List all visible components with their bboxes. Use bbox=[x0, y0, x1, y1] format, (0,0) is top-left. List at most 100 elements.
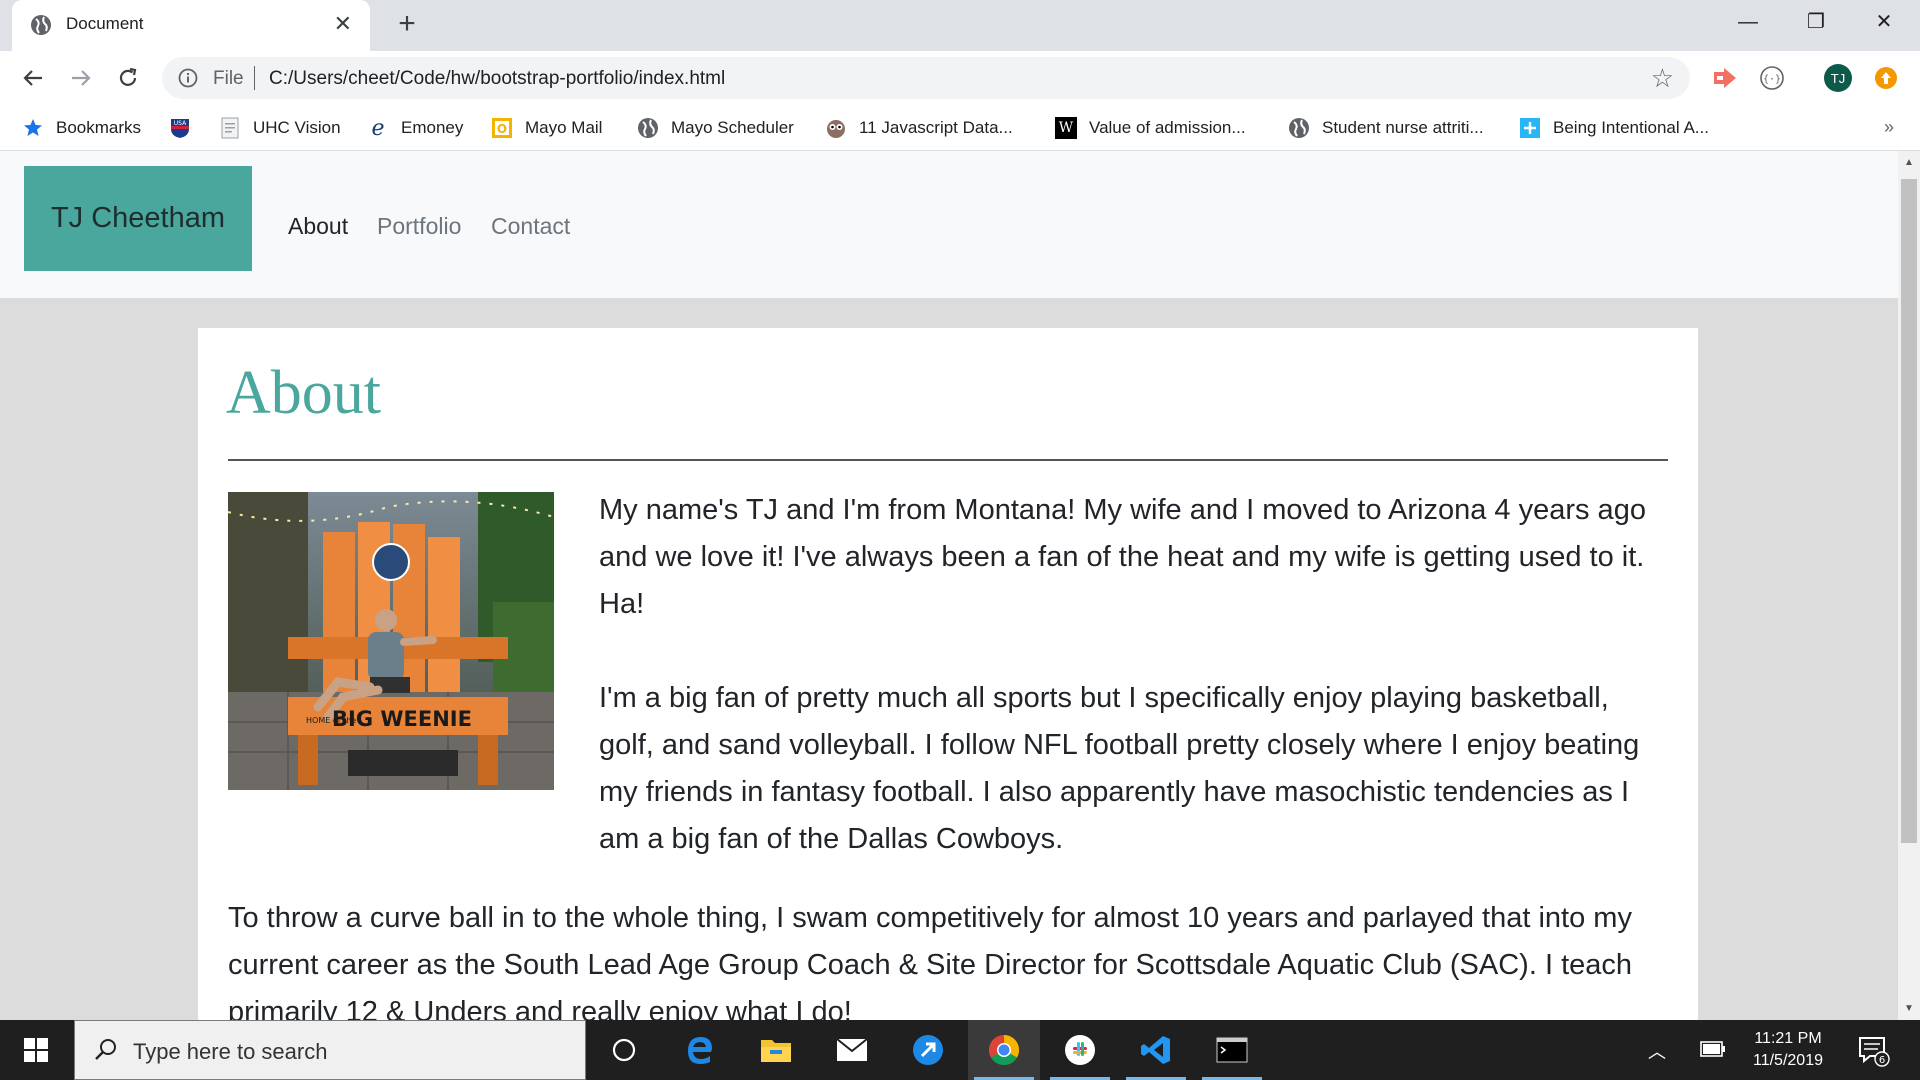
bookmark-item-uhc-vision[interactable]: UHC Vision bbox=[219, 105, 341, 151]
photo-sign-text: BIG WEENIE bbox=[332, 707, 472, 731]
bookmark-item-usa[interactable]: USA bbox=[169, 105, 203, 151]
info-icon[interactable] bbox=[178, 68, 198, 88]
mail-icon bbox=[836, 1038, 868, 1061]
bookmark-item-bookmarks[interactable]: Bookmarks bbox=[22, 105, 141, 151]
tab-title: Document bbox=[66, 14, 144, 33]
nav-link-about[interactable]: About bbox=[288, 213, 348, 240]
usa-flag-icon: USA bbox=[169, 117, 191, 139]
tray-chevron-up-icon[interactable]: ︿ bbox=[1648, 1038, 1666, 1064]
about-heading: About bbox=[226, 359, 381, 427]
bookmark-item-being-intentional[interactable]: Being Intentional A... bbox=[1519, 105, 1709, 151]
more-bookmarks-button[interactable]: » bbox=[1884, 117, 1894, 138]
taskbar-edge[interactable] bbox=[664, 1020, 736, 1080]
forward-button[interactable] bbox=[64, 61, 98, 95]
star-icon bbox=[22, 117, 44, 139]
bookmark-label: Value of admission... bbox=[1089, 118, 1246, 137]
bookmark-item-student-nurse[interactable]: Student nurse attriti... bbox=[1288, 105, 1484, 151]
browser-tab-strip: Document ✕ + — ❐ ✕ bbox=[0, 0, 1920, 51]
page-scrollbar[interactable]: ▲ ▼ bbox=[1898, 151, 1920, 1020]
globe-icon bbox=[1288, 117, 1310, 139]
bookmark-star-icon[interactable]: ☆ bbox=[1651, 64, 1674, 92]
page-viewport: TJ Cheetham About Portfolio Contact Abou… bbox=[0, 151, 1898, 1020]
scroll-down-arrow-icon[interactable]: ▼ bbox=[1904, 1003, 1914, 1014]
bookmark-item-value-of-admission[interactable]: W Value of admission... bbox=[1055, 105, 1246, 151]
chrome-icon bbox=[988, 1035, 1020, 1066]
bookmark-item-javascript-data[interactable]: 11 Javascript Data... bbox=[825, 105, 1013, 151]
bookmark-label: Being Intentional A... bbox=[1553, 118, 1709, 137]
profile-avatar[interactable]: TJ bbox=[1824, 64, 1852, 92]
bookmark-label: Mayo Mail bbox=[525, 118, 603, 137]
restore-button[interactable]: ❐ bbox=[1786, 0, 1846, 44]
vscode-icon bbox=[1141, 1036, 1170, 1064]
extension-arrow-icon[interactable] bbox=[1711, 64, 1739, 92]
terminal-icon bbox=[1216, 1037, 1248, 1063]
svg-text:USA: USA bbox=[174, 120, 187, 127]
arrow-left-icon bbox=[23, 70, 42, 86]
svg-text:{·}: {·} bbox=[1763, 74, 1781, 85]
w-logo-icon: W bbox=[1055, 117, 1077, 139]
heading-divider bbox=[228, 459, 1668, 461]
bookmark-item-mayo-scheduler[interactable]: Mayo Scheduler bbox=[637, 105, 794, 151]
close-window-button[interactable]: ✕ bbox=[1854, 0, 1914, 44]
address-bar[interactable]: File C:/Users/cheet/Code/hw/bootstrap-po… bbox=[162, 57, 1690, 99]
task-view-icon bbox=[612, 1038, 636, 1062]
e-logo-icon: e bbox=[371, 115, 385, 141]
nav-link-contact[interactable]: Contact bbox=[491, 213, 570, 240]
bookmark-label: UHC Vision bbox=[253, 118, 341, 137]
notification-count: 6 bbox=[1879, 1055, 1885, 1066]
browser-toolbar: File C:/Users/cheet/Code/hw/bootstrap-po… bbox=[0, 51, 1920, 105]
reload-icon bbox=[119, 67, 137, 86]
update-icon[interactable] bbox=[1872, 64, 1900, 92]
extension-braces-icon[interactable]: {·} bbox=[1758, 64, 1786, 92]
nav-link-portfolio[interactable]: Portfolio bbox=[377, 213, 461, 240]
scroll-up-arrow-icon[interactable]: ▲ bbox=[1904, 157, 1914, 168]
site-brand[interactable]: TJ Cheetham bbox=[24, 166, 252, 271]
clock-date: 11/5/2019 bbox=[1753, 1052, 1823, 1069]
taskbar-slack[interactable] bbox=[1044, 1020, 1116, 1080]
owl-icon bbox=[825, 117, 847, 139]
url-text[interactable]: C:/Users/cheet/Code/hw/bootstrap-portfol… bbox=[269, 68, 725, 90]
windows-logo-icon bbox=[24, 1038, 48, 1062]
bookmarks-bar: Bookmarks USA UHC Vision e Emoney O Mayo… bbox=[0, 105, 1920, 151]
battery-icon[interactable] bbox=[1700, 1040, 1726, 1058]
taskbar-mail[interactable] bbox=[816, 1020, 888, 1080]
arrow-right-icon bbox=[72, 70, 91, 86]
taskbar-app-blue[interactable] bbox=[892, 1020, 964, 1080]
back-button[interactable] bbox=[16, 61, 50, 95]
bookmark-label: Student nurse attriti... bbox=[1322, 118, 1484, 137]
tray-clock[interactable]: 11:21 PM 11/5/2019 bbox=[1738, 1028, 1838, 1072]
notifications-icon[interactable]: 6 bbox=[1856, 1034, 1890, 1068]
folder-icon bbox=[761, 1040, 791, 1062]
about-paragraph: My name's TJ and I'm from Montana! My wi… bbox=[599, 494, 1646, 620]
start-button[interactable] bbox=[0, 1020, 72, 1080]
browser-tab[interactable]: Document ✕ bbox=[12, 0, 370, 51]
outlook-icon: O bbox=[491, 117, 513, 139]
taskbar-file-explorer[interactable] bbox=[740, 1020, 812, 1080]
minimize-button[interactable]: — bbox=[1718, 0, 1778, 44]
task-view-button[interactable] bbox=[588, 1020, 660, 1080]
svg-text:O: O bbox=[497, 122, 507, 136]
url-separator bbox=[254, 66, 255, 90]
bookmark-label: 11 Javascript Data... bbox=[859, 118, 1013, 137]
taskbar-chrome[interactable] bbox=[968, 1020, 1040, 1080]
taskbar-vscode[interactable] bbox=[1120, 1020, 1192, 1080]
site-navbar: TJ Cheetham About Portfolio Contact bbox=[0, 151, 1898, 298]
bookmark-label: Mayo Scheduler bbox=[671, 118, 794, 137]
bookmark-item-emoney[interactable]: e Emoney bbox=[367, 105, 463, 151]
clock-time: 11:21 PM bbox=[1754, 1030, 1822, 1047]
reload-button[interactable] bbox=[111, 61, 145, 95]
close-tab-icon[interactable]: ✕ bbox=[334, 11, 352, 37]
link-app-icon bbox=[913, 1035, 943, 1065]
bookmark-item-mayo-mail[interactable]: O Mayo Mail bbox=[491, 105, 602, 151]
globe-icon bbox=[31, 15, 51, 35]
taskbar-terminal[interactable] bbox=[1196, 1020, 1268, 1080]
windows-taskbar: Type here to search ︿ 11:21 PM 11/5/2019… bbox=[0, 1020, 1920, 1080]
edge-icon bbox=[688, 1037, 712, 1064]
new-tab-button[interactable]: + bbox=[391, 9, 423, 41]
slack-icon bbox=[1065, 1035, 1095, 1065]
taskbar-search-box[interactable]: Type here to search bbox=[74, 1020, 586, 1080]
scrollbar-thumb[interactable] bbox=[1901, 179, 1917, 843]
about-card: About HOME of the BIG WEENIE My name's T… bbox=[198, 328, 1698, 1020]
search-placeholder: Type here to search bbox=[133, 1039, 328, 1064]
bookmark-label: Emoney bbox=[401, 118, 464, 137]
